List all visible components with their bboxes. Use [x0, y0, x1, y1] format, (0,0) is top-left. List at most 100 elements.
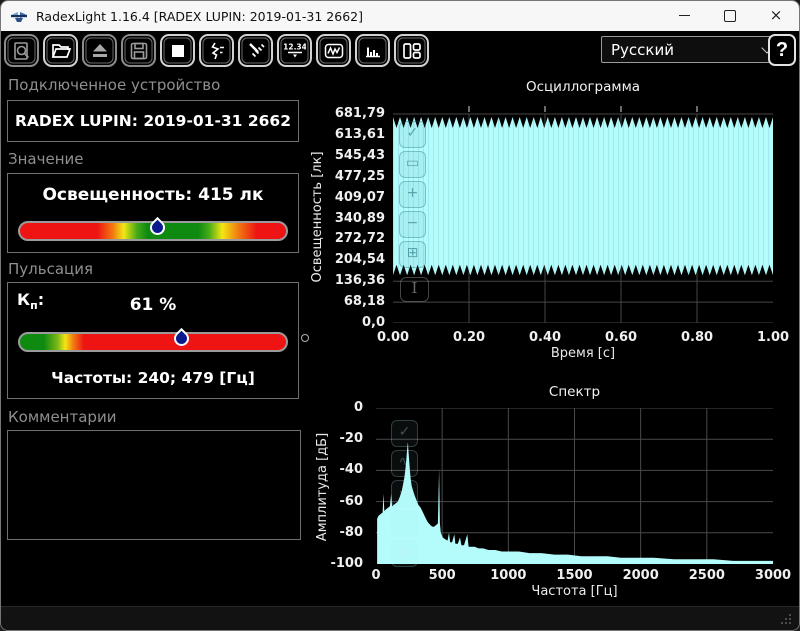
spectrum-view-button[interactable] — [355, 34, 390, 67]
oscillogram-svg — [393, 106, 773, 324]
comments-input[interactable] — [8, 431, 300, 539]
spec-x-tick: 2500 — [688, 568, 725, 583]
open-file-button[interactable] — [43, 34, 78, 67]
close-icon: × — [769, 6, 783, 24]
pulsation-scale-bar — [18, 327, 288, 352]
osc-x-tick: 0.20 — [452, 330, 486, 345]
chart-tool-button[interactable]: ✓ — [399, 121, 426, 148]
osc-x-tick: 0.00 — [376, 330, 410, 345]
connected-device-label: Подключенное устройство — [8, 76, 221, 94]
eject-device-button[interactable] — [82, 34, 117, 67]
osc-x-tick: 1.00 — [756, 330, 790, 345]
value-box: Освещенность: 415 лк — [7, 173, 299, 253]
kp-label: Кп: — [17, 290, 45, 313]
chart-tool-button[interactable]: ∿ — [391, 450, 418, 477]
eject-icon — [92, 43, 107, 57]
minimize-button[interactable] — [661, 1, 707, 30]
osc-y-tick: 272,72 — [334, 231, 385, 247]
spectrum-ytick-labels: 0 -20 -40 -60 -80 -100 — [301, 400, 367, 572]
pulsation-section-label: Пульсация — [8, 260, 94, 278]
spec-y-tick: -60 — [339, 493, 364, 509]
osc-y-tick: 545,43 — [334, 147, 385, 163]
waveform-icon — [324, 43, 343, 58]
resize-grip-icon[interactable] — [789, 622, 791, 624]
spec-y-tick: -80 — [339, 524, 364, 540]
spec-x-tick: 0 — [371, 568, 381, 583]
osc-y-tick: 477,25 — [334, 168, 385, 184]
spectrum-zoom-toolbar: ✓ ∿ + − ⊞ — [391, 420, 418, 567]
status-bar — [1, 606, 799, 630]
frequencies-text: Частоты: 240; 479 [Гц] — [51, 369, 255, 387]
illuminance-marker — [147, 216, 169, 239]
open-folder-icon — [51, 43, 71, 58]
chart-tool-button[interactable]: − — [391, 510, 418, 537]
search-preview-button[interactable] — [4, 34, 39, 67]
osc-y-tick: 409,07 — [334, 189, 385, 205]
brush-icon — [248, 42, 265, 57]
ecg-trace-icon — [210, 42, 224, 59]
oscillogram-ytick-labels: 681,79 613,61 545,43 477,25 409,07 340,89 272,… — [305, 106, 387, 330]
spec-x-tick: 500 — [428, 568, 456, 583]
layout-icon — [402, 42, 421, 59]
comments-box — [7, 430, 301, 540]
spectrum-svg — [376, 407, 773, 564]
stop-square-icon — [171, 44, 184, 57]
spec-x-tick: 3000 — [754, 568, 792, 583]
splitter-dot — [301, 334, 309, 342]
osc-x-tick: 0.60 — [604, 330, 638, 345]
spec-y-tick: -20 — [339, 431, 364, 447]
oscillogram-plot[interactable] — [393, 106, 773, 324]
spec-y-tick: -100 — [330, 556, 363, 571]
svg-text:12.34: 12.34 — [284, 42, 306, 51]
osc-y-tick: 0,0 — [361, 315, 385, 330]
oscillogram-cursor-button[interactable]: I — [400, 277, 429, 302]
help-button[interactable]: ? — [768, 34, 796, 66]
digits-icon: 12.34 — [284, 42, 306, 57]
maximize-button[interactable] — [707, 1, 753, 30]
osc-y-tick: 136,36 — [334, 273, 385, 289]
chart-tool-button[interactable]: ⊞ — [399, 241, 426, 268]
language-select[interactable]: Русский — [601, 36, 781, 63]
chart-tool-button[interactable]: − — [399, 211, 426, 238]
spec-y-tick: -40 — [339, 462, 364, 478]
chart-tool-button[interactable]: + — [399, 181, 426, 208]
layout-view-button[interactable] — [394, 34, 429, 67]
chart-tool-button[interactable]: ✓ — [391, 420, 418, 447]
oscillogram-view-button[interactable] — [316, 34, 351, 67]
stop-record-button[interactable] — [160, 34, 195, 67]
osc-x-tick: 0.80 — [680, 330, 714, 345]
illuminance-reading: Освещенность: 415 лк — [42, 185, 264, 205]
spec-x-tick: 1000 — [490, 568, 527, 583]
chart-tool-button[interactable]: ⊞ — [391, 540, 418, 567]
bar-chart-icon — [365, 47, 380, 57]
spec-x-tick: 2000 — [622, 568, 659, 583]
osc-y-tick: 340,89 — [334, 210, 385, 226]
osc-y-tick: 613,61 — [334, 126, 385, 142]
pulsation-box: Кп: 61 % Частоты: 240; 479 [Гц] — [7, 282, 299, 399]
erase-brush-button[interactable] — [238, 34, 273, 67]
save-file-button[interactable] — [121, 34, 156, 67]
app-logo-icon — [11, 11, 27, 22]
language-value: Русский — [611, 40, 674, 59]
spec-x-tick: 1500 — [556, 568, 593, 583]
osc-x-tick: 0.40 — [528, 330, 562, 345]
app-icon — [10, 9, 28, 24]
spectrum-plot[interactable] — [376, 407, 773, 564]
title-bar: RadexLight 1.16.4 [RADEX LUPIN: 2019-01-… — [1, 1, 799, 31]
numeric-display-button[interactable]: 12.34 — [277, 34, 312, 67]
save-icon — [130, 42, 147, 59]
close-button[interactable]: × — [753, 1, 799, 30]
pulsation-marker — [171, 327, 193, 350]
device-name: RADEX LUPIN: 2019-01-31 2662 — [14, 112, 292, 130]
pulse-meter-button[interactable] — [199, 34, 234, 67]
chart-tool-button[interactable]: ▭ — [399, 151, 426, 178]
value-section-label: Значение — [8, 150, 84, 168]
osc-y-tick: 68,18 — [343, 294, 385, 310]
illuminance-scale-bar — [18, 216, 288, 241]
oscillogram-title: Осциллограмма — [525, 79, 641, 95]
window-title: RadexLight 1.16.4 [RADEX LUPIN: 2019-01-… — [36, 8, 363, 24]
oscillogram-xlabel: Время [с] — [550, 346, 616, 361]
chart-tool-button[interactable]: + — [391, 480, 418, 507]
minimize-icon — [678, 14, 690, 17]
toolbar: 12.34 Русский ? — [1, 31, 799, 70]
